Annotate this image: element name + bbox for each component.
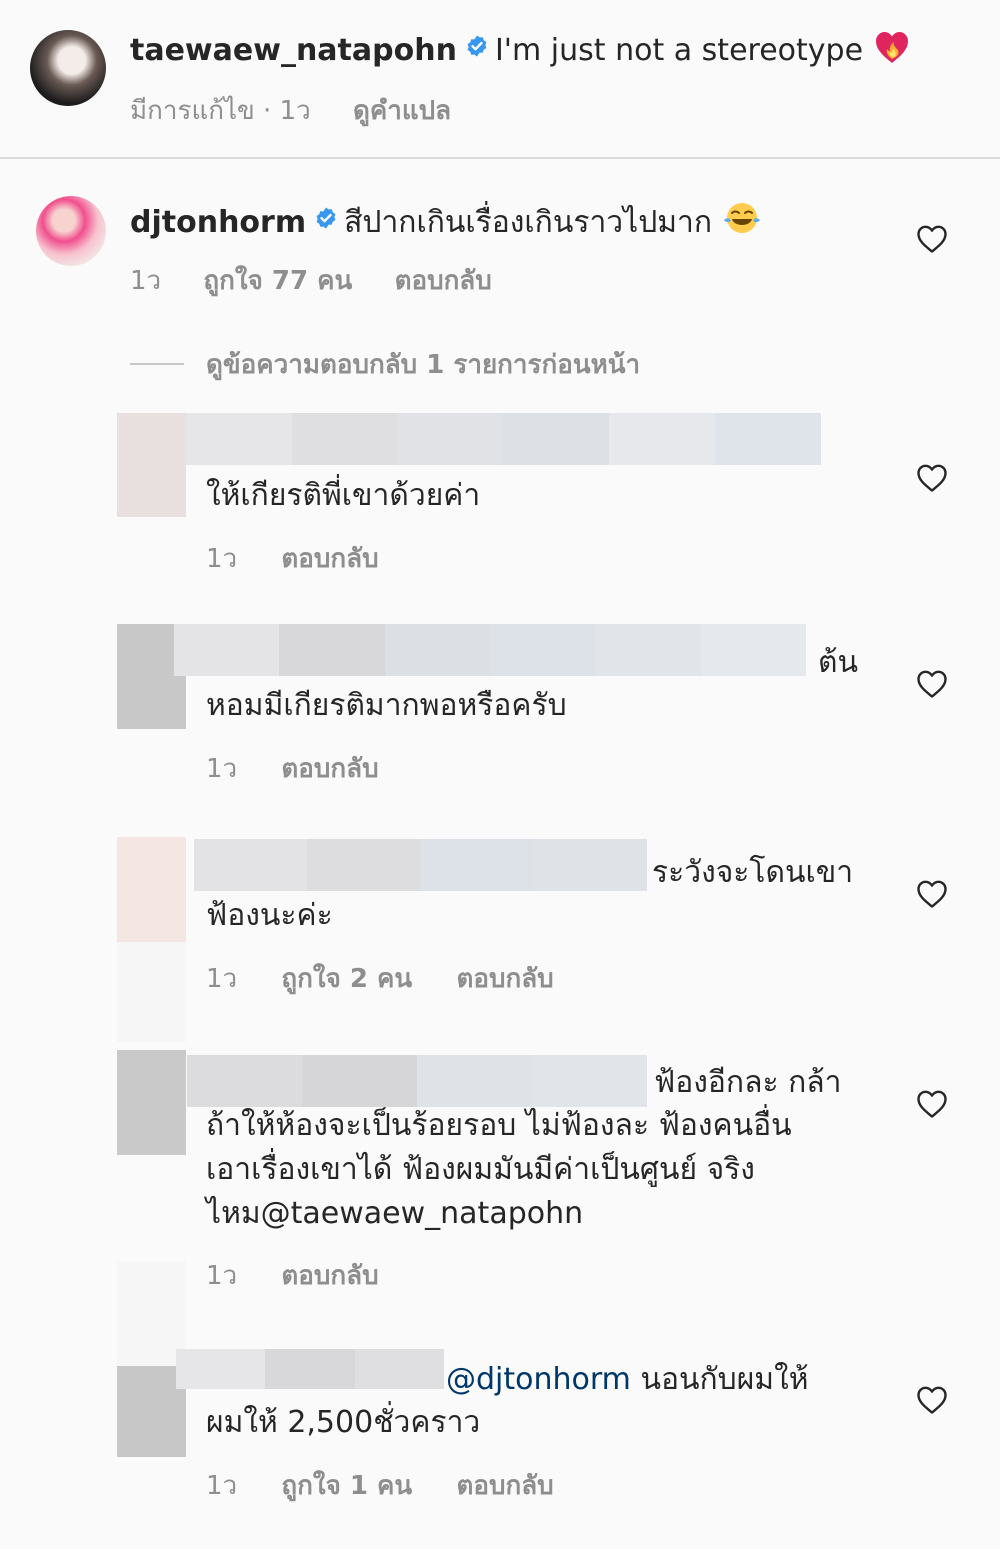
reply-button[interactable]: ตอบกลับ [281, 544, 378, 574]
view-previous-label[interactable]: ดูข้อความตอบกลับ 1 รายการก่อนหน้า [206, 344, 640, 385]
see-translation-link[interactable]: ดูคำแปล [353, 96, 451, 126]
reply-text: ไหม@taewaew_natapohn [206, 1196, 584, 1231]
blurred-username [176, 1349, 444, 1389]
laughing-tears-emoji [723, 203, 760, 233]
like-count[interactable]: ถูกใจ 1 คน [281, 1471, 412, 1501]
caption-line: taewaew_natapohn I'm just not a stereotyp… [130, 28, 911, 68]
reply-button[interactable]: ตอบกลับ [456, 964, 553, 994]
reply-button[interactable]: ตอบกลับ [395, 266, 492, 296]
reply-avatar[interactable] [117, 1050, 186, 1155]
heart-icon[interactable] [916, 224, 948, 254]
reply-time: 1ว [206, 1261, 238, 1291]
comment-line: djtonhorm สีปากเกินเรื่องเกินราวไปมาก [130, 198, 762, 246]
reply-text-tail: ฟ้องอีกละ กล้า [654, 1065, 842, 1100]
reply-avatar[interactable] [117, 837, 186, 942]
reply-text-tail: ต้น [818, 645, 858, 680]
post-caption: taewaew_natapohn I'm just not a stereotyp… [0, 0, 1000, 157]
reply-text: ฟ้องนะค่ะ [206, 898, 333, 933]
reply-button[interactable]: ตอบกลับ [281, 754, 378, 784]
reply-meta: 1ว ตอบกลับ [206, 748, 415, 789]
reply-text-tail: @djtonhorm นอนกับผมให้ [446, 1358, 809, 1402]
reply-text: ให้เกียรติพี่เขาด้วยค่า [206, 478, 481, 513]
comment-meta: 1ว ถูกใจ 77 คน ตอบกลับ [130, 260, 526, 301]
caption-meta: มีการแก้ไข · 1ว ดูคำแปล [130, 90, 485, 131]
like-count[interactable]: ถูกใจ 77 คน [203, 266, 352, 296]
edited-time: มีการแก้ไข · 1ว [130, 96, 311, 126]
blurred-username [186, 413, 821, 465]
verified-badge-icon [465, 34, 489, 58]
comment-text: สีปากเกินเรื่องเกินราวไปมาก [344, 205, 713, 240]
commenter-avatar[interactable] [36, 196, 106, 266]
view-previous-replies[interactable]: ดูข้อความตอบกลับ 1 รายการก่อนหน้า [130, 344, 640, 384]
heart-icon[interactable] [916, 879, 948, 909]
blurred-username [194, 839, 647, 891]
reply-text-tail-body: นอนกับผมให้ [640, 1362, 809, 1397]
author-avatar[interactable] [30, 30, 106, 106]
blurred-username [174, 624, 806, 676]
comment-time: 1ว [130, 266, 162, 296]
reply-meta: 1ว ตอบกลับ [206, 538, 415, 579]
reply-time: 1ว [206, 964, 238, 994]
divider [0, 157, 1000, 159]
heart-icon[interactable] [916, 669, 948, 699]
reply-text: หอมมีเกียรติมากพอหรือครับ [206, 688, 567, 723]
reply-time: 1ว [206, 544, 238, 574]
mention-link[interactable]: @djtonhorm [446, 1362, 631, 1397]
heart-icon[interactable] [916, 463, 948, 493]
dash [130, 363, 184, 365]
reply-text: เอาเรื่องเขาได้ ฟ้องผมมันมีค่าเป็นศูนย์ … [206, 1152, 755, 1187]
reply-time: 1ว [206, 754, 238, 784]
reply-meta: 1ว ถูกใจ 2 คน ตอบกลับ [206, 958, 590, 999]
heart-icon[interactable] [916, 1385, 948, 1415]
reply-time: 1ว [206, 1471, 238, 1501]
blurred-username [187, 1055, 647, 1107]
heart-icon[interactable] [916, 1089, 948, 1119]
reply-text: ถ้าให้ห้องจะเป็นร้อยรอบ ไม่ฟ้องละ ฟ้องคน… [206, 1108, 792, 1143]
reply-button[interactable]: ตอบกลับ [456, 1471, 553, 1501]
heart-fire-emoji [875, 32, 908, 63]
reply-text-tail: ระวังจะโดนเขา [652, 855, 854, 890]
caption-text: I'm just not a stereotype [494, 33, 864, 68]
reply-text: ผมให้ 2,500ชั่วคราว [206, 1405, 481, 1440]
verified-badge-icon [314, 206, 338, 230]
reply-button[interactable]: ตอบกลับ [281, 1261, 378, 1291]
reply-meta: 1ว ตอบกลับ [206, 1255, 415, 1296]
author-username[interactable]: taewaew_natapohn [130, 33, 457, 68]
like-count[interactable]: ถูกใจ 2 คน [281, 964, 412, 994]
reply-avatar[interactable] [117, 413, 186, 517]
commenter-username[interactable]: djtonhorm [130, 205, 306, 240]
reply-meta: 1ว ถูกใจ 1 คน ตอบกลับ [206, 1465, 590, 1506]
avatar-placeholder [117, 942, 186, 1042]
